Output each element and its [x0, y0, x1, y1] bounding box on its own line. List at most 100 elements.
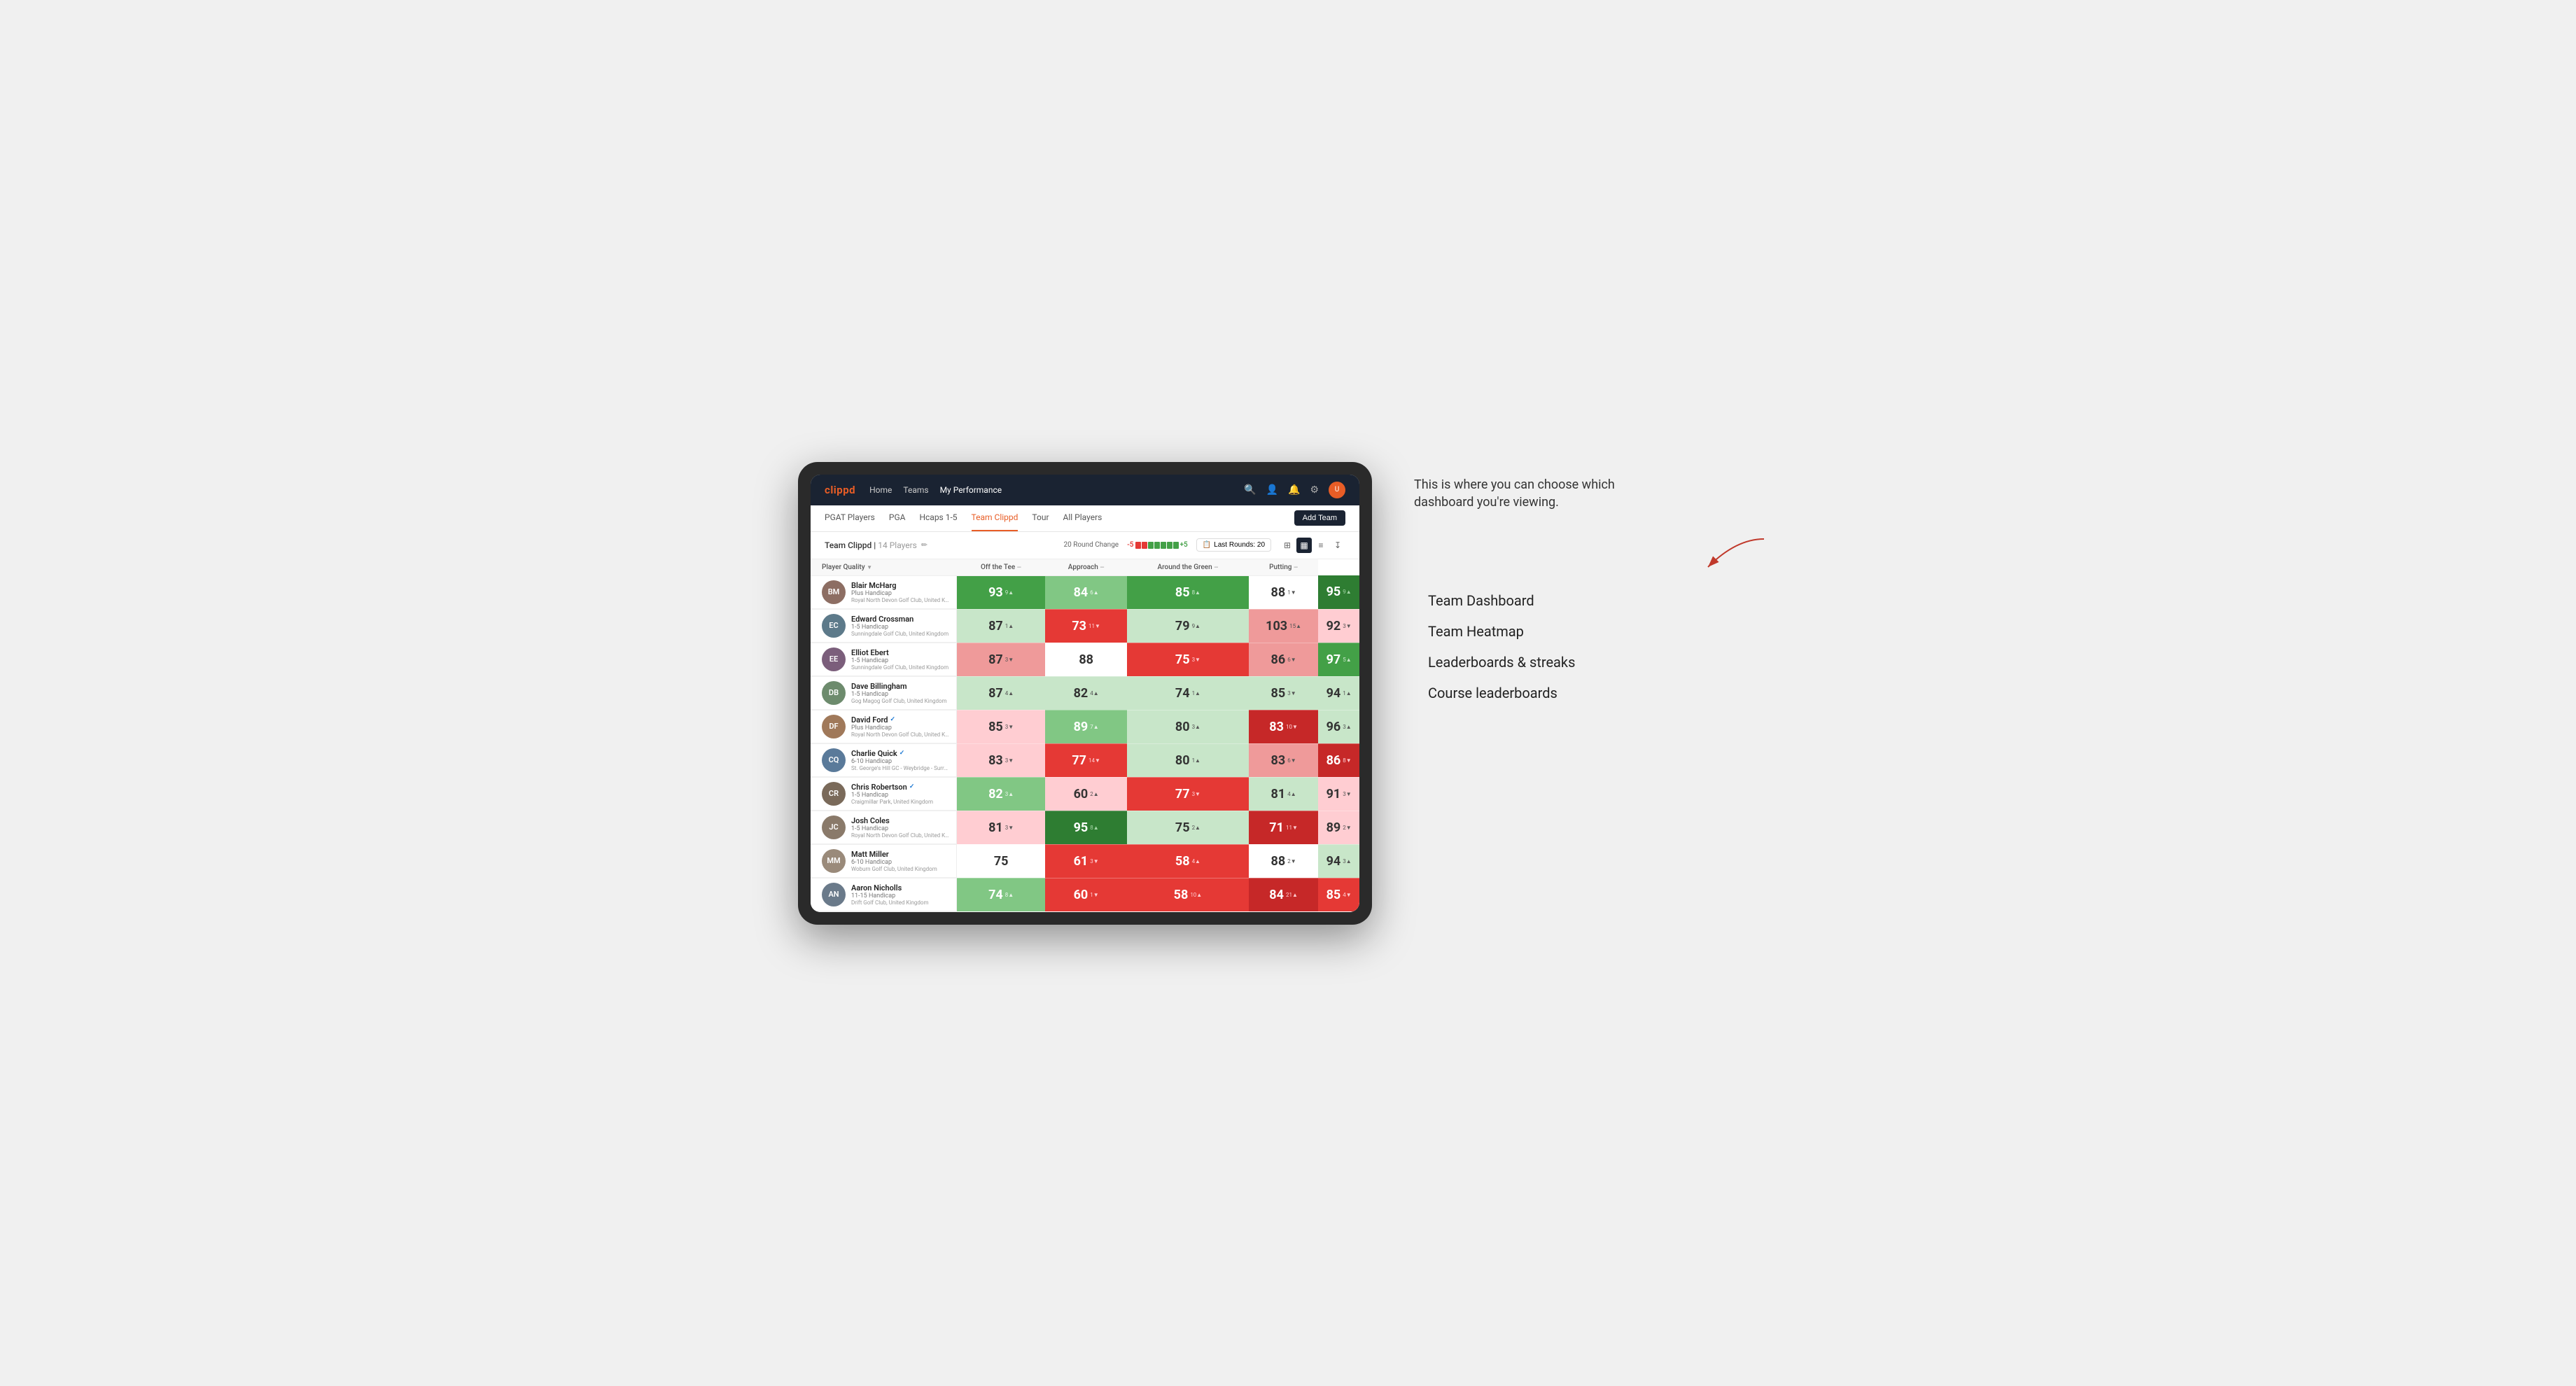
col-header-tee[interactable]: Off the Tee —	[957, 559, 1046, 576]
table-row: JCJosh Coles1-5 HandicapRoyal North Devo…	[811, 811, 1359, 844]
stat-value: 85	[1271, 686, 1286, 701]
stat-value: 97	[1326, 652, 1341, 667]
player-cell[interactable]: ANAaron Nicholls11-15 HandicapDrift Golf…	[811, 878, 957, 911]
col-header-approach[interactable]: Approach —	[1045, 559, 1127, 576]
add-team-button[interactable]: Add Team	[1294, 510, 1345, 526]
player-club: Drift Golf Club, United Kingdom	[851, 899, 949, 906]
last-rounds-label: Last Rounds: 20	[1214, 541, 1265, 549]
stat-value: 85	[1326, 888, 1341, 902]
stat-value: 60	[1074, 787, 1088, 802]
stat-cell-tee: 7311▼	[1045, 609, 1127, 643]
stat-change: 4▲	[1090, 690, 1098, 696]
sub-nav-tour[interactable]: Tour	[1032, 505, 1049, 531]
view-heatmap-icon[interactable]: ▦	[1296, 538, 1312, 553]
stat-change: 15▲	[1289, 623, 1301, 629]
stat-cell-tee: 897▲	[1045, 710, 1127, 743]
settings-icon[interactable]: ⚙	[1310, 484, 1319, 496]
sub-nav-team-clippd[interactable]: Team Clippd	[972, 505, 1018, 531]
player-cell[interactable]: CQCharlie Quick✓6-10 HandicapSt. George'…	[811, 743, 957, 777]
player-name: Charlie Quick✓	[851, 749, 949, 758]
dashboard-labels: Team Dashboard Team Heatmap Leaderboards…	[1414, 588, 1778, 706]
notification-icon[interactable]: 🔔	[1288, 484, 1300, 496]
stat-value: 95	[1326, 584, 1341, 599]
player-handicap: 6-10 Handicap	[851, 758, 949, 765]
stat-value: 81	[1271, 787, 1286, 802]
player-cell[interactable]: DFDavid Ford✓Plus HandicapRoyal North De…	[811, 710, 957, 743]
stat-change: 14▼	[1088, 757, 1100, 764]
player-cell[interactable]: BMBlair McHargPlus HandicapRoyal North D…	[811, 575, 957, 609]
annotation-area: This is where you can choose which dashb…	[1414, 462, 1778, 706]
stat-change: 3▼	[1287, 690, 1296, 696]
stat-change: 3▼	[1343, 623, 1351, 629]
label-team-heatmap[interactable]: Team Heatmap	[1428, 619, 1778, 644]
table-row: CRChris Robertson✓1-5 HandicapCraigmilla…	[811, 777, 1359, 811]
stat-cell-quality: 873▼	[957, 643, 1046, 676]
search-icon[interactable]: 🔍	[1244, 484, 1256, 496]
sub-nav: PGAT Players PGA Hcaps 1-5 Team Clippd T…	[811, 505, 1359, 532]
last-rounds-button[interactable]: 📋 Last Rounds: 20	[1196, 538, 1271, 552]
sub-nav-all-players[interactable]: All Players	[1063, 505, 1102, 531]
stat-change: 8▲	[1192, 589, 1200, 596]
stat-cell-tee: 88	[1045, 643, 1127, 676]
sub-nav-pga[interactable]: PGA	[889, 505, 906, 531]
sub-nav-pgat[interactable]: PGAT Players	[825, 505, 875, 531]
table-row: CQCharlie Quick✓6-10 HandicapSt. George'…	[811, 743, 1359, 777]
stat-cell-tee: 958▲	[1045, 811, 1127, 844]
label-leaderboards[interactable]: Leaderboards & streaks	[1428, 650, 1778, 675]
label-team-dashboard[interactable]: Team Dashboard	[1428, 588, 1778, 613]
stat-cell-approach: 584▲	[1127, 844, 1249, 878]
team-controls: 20 Round Change -5 +5	[1063, 538, 1345, 553]
profile-icon[interactable]: 👤	[1266, 484, 1278, 496]
stat-change: 3▲	[1343, 858, 1351, 864]
player-cell[interactable]: MMMatt Miller6-10 HandicapWoburn Golf Cl…	[811, 844, 957, 878]
stat-change: 3▼	[1005, 724, 1014, 730]
stat-cell-approach: 803▲	[1127, 710, 1249, 743]
trend-block-green-4	[1167, 542, 1172, 549]
stat-cell-approach: 858▲	[1127, 575, 1249, 609]
team-header: Team Clippd | 14 Players ✏ 20 Round Chan…	[811, 532, 1359, 559]
nav-teams[interactable]: Teams	[903, 482, 928, 498]
stat-value: 77	[1072, 753, 1086, 768]
stat-cell-tee: 846▲	[1045, 575, 1127, 609]
nav-right: 🔍 👤 🔔 ⚙ U	[1244, 482, 1345, 498]
stat-cell-quality: 853▼	[957, 710, 1046, 743]
sub-nav-hcaps[interactable]: Hcaps 1-5	[919, 505, 957, 531]
col-header-putting[interactable]: Putting —	[1249, 559, 1318, 576]
nav-home[interactable]: Home	[869, 482, 892, 498]
player-club: Sunningdale Golf Club, United Kingdom	[851, 664, 949, 671]
player-name: David Ford✓	[851, 715, 949, 724]
player-cell[interactable]: JCJosh Coles1-5 HandicapRoyal North Devo…	[811, 811, 957, 844]
team-title: Team Clippd | 14 Players	[825, 540, 917, 550]
player-name: Chris Robertson✓	[851, 783, 949, 792]
stat-value: 83	[1271, 753, 1286, 768]
player-cell[interactable]: DBDave Billingham1-5 HandicapGog Magog G…	[811, 676, 957, 710]
stat-value: 83	[1269, 720, 1284, 734]
edit-icon[interactable]: ✏	[921, 540, 927, 550]
stat-change: 6▼	[1287, 657, 1296, 663]
trend-plus: +5	[1180, 541, 1188, 549]
nav-my-performance[interactable]: My Performance	[940, 482, 1002, 498]
nav-links: Home Teams My Performance	[869, 482, 1002, 498]
table-container: Player Quality ▼ Off the Tee — Approach …	[811, 559, 1359, 912]
view-grid-icon[interactable]: ⊞	[1280, 538, 1295, 553]
stat-cell-quality: 813▼	[957, 811, 1046, 844]
label-course-leaderboards[interactable]: Course leaderboards	[1428, 680, 1778, 706]
player-cell[interactable]: ECEdward Crossman1-5 HandicapSunningdale…	[811, 609, 957, 643]
avatar[interactable]: U	[1329, 482, 1345, 498]
stat-change: 1▼	[1287, 589, 1296, 596]
col-header-around[interactable]: Around the Green —	[1127, 559, 1249, 576]
view-export-icon[interactable]: ↧	[1330, 538, 1345, 553]
col-header-player[interactable]: Player Quality ▼	[811, 559, 957, 576]
stat-value: 103	[1266, 619, 1287, 634]
stat-value: 58	[1175, 854, 1190, 869]
player-cell[interactable]: EEElliot Ebert1-5 HandicapSunningdale Go…	[811, 643, 957, 676]
stat-cell-quality: 874▲	[957, 676, 1046, 710]
player-avatar: MM	[822, 849, 846, 873]
player-cell[interactable]: CRChris Robertson✓1-5 HandicapCraigmilla…	[811, 777, 957, 811]
arrow-svg	[1694, 532, 1778, 574]
view-list-icon[interactable]: ≡	[1313, 538, 1329, 553]
stat-change: 3▲	[1192, 724, 1200, 730]
table-row: MMMatt Miller6-10 HandicapWoburn Golf Cl…	[811, 844, 1359, 878]
stat-cell-putting: 913▼	[1318, 777, 1359, 811]
stat-cell-quality: 871▲	[957, 609, 1046, 643]
